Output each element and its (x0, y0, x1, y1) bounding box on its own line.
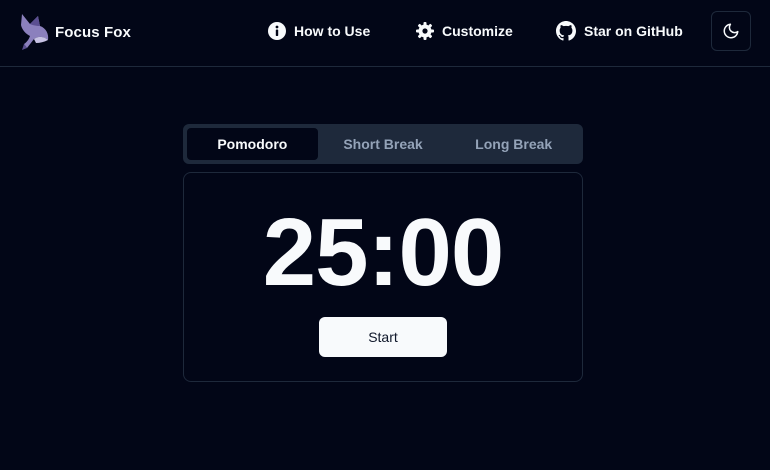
header: Focus Fox How to Use Customize Star on G… (0, 0, 770, 67)
github-link[interactable]: Star on GitHub (556, 20, 683, 42)
customize-label: Customize (442, 23, 513, 39)
brand-name: Focus Fox (55, 23, 131, 41)
github-icon (556, 21, 576, 41)
how-to-use-link[interactable]: How to Use (268, 20, 370, 42)
fox-logo-icon (21, 14, 49, 50)
gear-icon (416, 22, 434, 40)
start-button[interactable]: Start (319, 317, 447, 357)
github-label: Star on GitHub (584, 23, 683, 39)
timer-card: 25:00 Start (183, 172, 583, 382)
tab-short-break[interactable]: Short Break (318, 128, 449, 160)
tab-long-break[interactable]: Long Break (448, 128, 579, 160)
how-to-use-label: How to Use (294, 23, 371, 39)
brand[interactable]: Focus Fox (18, 12, 131, 52)
theme-toggle-button[interactable] (711, 11, 751, 51)
moon-icon (723, 23, 739, 39)
tab-pomodoro[interactable]: Pomodoro (187, 128, 318, 160)
timer-mode-tabs: Pomodoro Short Break Long Break (183, 124, 583, 164)
timer-display: 25:00 (262, 199, 505, 306)
customize-link[interactable]: Customize (416, 20, 513, 42)
info-icon (268, 22, 286, 40)
